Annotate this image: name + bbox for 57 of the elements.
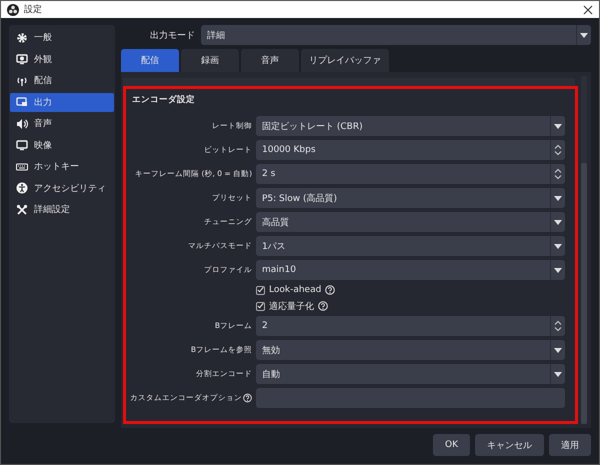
text-field[interactable]: [256, 388, 565, 408]
stepper-arrows-icon: [554, 320, 562, 332]
output-mode-dropdown[interactable]: 詳細: [201, 25, 591, 45]
sidebar-item[interactable]: 配信: [10, 71, 114, 90]
gear-icon: [16, 32, 28, 44]
checkbox-label: Look-ahead: [269, 285, 322, 295]
output-icon: [16, 96, 28, 108]
dropdown[interactable]: 無効: [256, 340, 565, 360]
dropdown[interactable]: 高品質: [256, 212, 565, 232]
dropdown[interactable]: 1パス: [256, 236, 565, 256]
window-title: 設定: [24, 4, 42, 16]
dropdown-arrow-icon: [554, 244, 562, 248]
spin-box[interactable]: 2: [256, 316, 565, 336]
dropdown-arrow-icon: [554, 348, 562, 352]
keyboard-icon: [16, 160, 28, 173]
monitor-icon: [16, 139, 28, 152]
dropdown[interactable]: P5: Slow (高品質): [256, 188, 565, 208]
dialog-button[interactable]: キャンセル: [475, 434, 544, 456]
dropdown-arrow-icon: [554, 268, 562, 272]
dropdown-arrow-icon: [580, 32, 588, 38]
section-title: エンコーダ設定: [131, 94, 196, 107]
checkbox-label: 適応量子化: [269, 300, 314, 312]
tools-icon: [16, 204, 28, 216]
output-mode-label: 出力モード: [149, 30, 195, 42]
sidebar-item[interactable]: 外観: [10, 50, 114, 69]
tab[interactable]: 音声: [241, 49, 299, 72]
tab[interactable]: 配信: [121, 49, 179, 72]
spin-box[interactable]: 2 s: [256, 164, 565, 184]
sidebar-item[interactable]: 一般: [10, 28, 114, 48]
checkbox[interactable]: [256, 286, 265, 294]
checkbox[interactable]: [256, 302, 265, 310]
accessibility-icon: [16, 182, 28, 194]
sidebar-item[interactable]: 出力: [10, 92, 114, 112]
spin-box[interactable]: 10000 Kbps: [256, 140, 565, 160]
sidebar-item[interactable]: 音声: [10, 114, 114, 134]
display-icon: [16, 53, 28, 66]
speaker-icon: [16, 118, 28, 130]
dialog-button[interactable]: OK: [433, 434, 470, 456]
tab[interactable]: リプレイバッファ: [301, 49, 389, 72]
stepper-arrows-icon: [554, 168, 562, 180]
dropdown[interactable]: 固定ビットレート (CBR): [256, 116, 565, 136]
app-logo-icon: [7, 4, 19, 16]
dropdown-arrow-icon: [554, 372, 562, 376]
sidebar-item[interactable]: アクセシビリティ: [10, 178, 114, 198]
sidebar-item[interactable]: 詳細設定: [10, 200, 114, 220]
dropdown-arrow-icon: [554, 196, 562, 200]
scrollbar-thumb[interactable]: [581, 163, 587, 424]
stepper-arrows-icon: [554, 144, 562, 156]
sidebar-item[interactable]: ホットキー: [10, 157, 114, 176]
dropdown[interactable]: main10: [256, 260, 565, 280]
dropdown[interactable]: 自動: [256, 364, 565, 384]
dialog-button[interactable]: 適用: [549, 434, 591, 456]
tab[interactable]: 録画: [181, 49, 239, 72]
sidebar-item[interactable]: 映像: [10, 136, 114, 155]
close-icon[interactable]: [583, 4, 593, 14]
dropdown-arrow-icon: [554, 220, 562, 224]
dropdown-arrow-icon: [554, 124, 562, 128]
